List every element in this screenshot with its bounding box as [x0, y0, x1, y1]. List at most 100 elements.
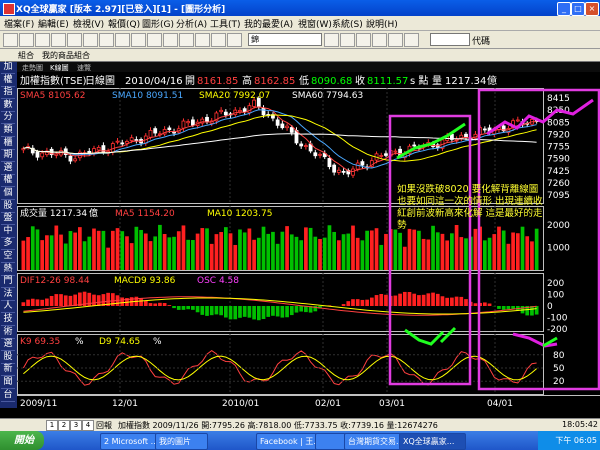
candle-body — [40, 152, 45, 158]
period-label: 日線圖 — [85, 74, 115, 87]
toolbar-button-21[interactable] — [404, 33, 419, 47]
task-xq[interactable]: XQ全球贏家... — [399, 433, 466, 450]
osc-bar — [223, 306, 228, 318]
sidebar-item[interactable]: 法 — [1, 289, 15, 301]
sidebar-item[interactable]: 術 — [1, 327, 15, 339]
toolbar-button-3[interactable] — [35, 33, 50, 47]
sheet-tab-1[interactable]: 1 — [46, 420, 58, 431]
sidebar-item[interactable]: 新 — [1, 364, 15, 377]
volume-bar — [271, 231, 275, 270]
sidebar-item[interactable]: 技 — [1, 314, 15, 326]
toolbar-button-18[interactable] — [356, 33, 371, 47]
candle-body — [327, 158, 332, 168]
high-label: 高 — [242, 74, 252, 87]
toolbar-button-6[interactable] — [83, 33, 98, 47]
sheet-tab-4[interactable]: 4 — [82, 420, 94, 431]
start-button[interactable]: 開始 — [0, 431, 44, 450]
toolbar-button-15[interactable] — [227, 33, 242, 47]
volume-bar — [186, 239, 191, 270]
toolbar-button-13[interactable] — [195, 33, 210, 47]
date-tick: 2010/01 — [222, 399, 259, 408]
toolbar-button-12[interactable] — [179, 33, 194, 47]
toolbar-button-11[interactable] — [163, 33, 178, 47]
sidebar-item[interactable]: 期 — [1, 150, 15, 163]
osc-bar — [412, 293, 417, 306]
toolbar-button-16[interactable] — [324, 33, 339, 47]
sidebar-item[interactable]: 盤 — [1, 213, 15, 226]
tab-group[interactable]: 組合 — [18, 50, 34, 61]
sidebar-item[interactable]: 加 — [1, 62, 15, 74]
sheet-tab-3[interactable]: 3 — [70, 420, 82, 431]
menu-edit[interactable]: 編輯(E) — [38, 17, 69, 30]
menu-help[interactable]: 說明(H) — [366, 17, 398, 30]
sidebar-item[interactable]: 聞 — [1, 377, 15, 389]
sidebar-item[interactable]: 指 — [1, 87, 15, 100]
sheet-tab-2[interactable]: 2 — [58, 420, 70, 431]
sidebar-item[interactable]: 類 — [1, 125, 15, 137]
toolbar-button-20[interactable] — [388, 33, 403, 47]
menu-window[interactable]: 視窗(W) — [298, 17, 332, 30]
toolbar-button-4[interactable] — [51, 33, 66, 47]
toolbar-button-2[interactable] — [19, 33, 34, 47]
candle-body — [148, 130, 153, 138]
task-blank[interactable] — [315, 433, 346, 450]
osc-bar — [341, 304, 346, 306]
minimize-button[interactable]: _ — [557, 2, 571, 16]
task-futures[interactable]: 台灣期貨交易... — [344, 433, 401, 450]
sidebar-item[interactable]: 櫃 — [1, 138, 15, 150]
date-tick: 03/01 — [379, 399, 405, 408]
toolbar-button-10[interactable] — [147, 33, 162, 47]
toolbar-button-17[interactable] — [340, 33, 355, 47]
sidebar-item[interactable]: 中 — [1, 226, 15, 238]
osc-bar — [63, 295, 68, 306]
task-word[interactable]: 2 Microsoft ... — [100, 433, 157, 450]
close-button[interactable]: × — [585, 2, 599, 16]
volume-bar — [445, 240, 450, 270]
sidebar-item[interactable]: 空 — [1, 251, 15, 263]
sidebar-item[interactable]: 門 — [1, 276, 15, 289]
toolbar-button-14[interactable] — [211, 33, 226, 47]
sidebar-item[interactable]: 選 — [1, 163, 15, 175]
sidebar-item[interactable]: 股 — [1, 201, 15, 213]
volume-bar — [110, 230, 115, 270]
osc-bar — [355, 299, 360, 306]
toolbar-button-7[interactable] — [99, 33, 114, 47]
sidebar-item[interactable]: 權 — [1, 175, 15, 188]
sidebar-item[interactable]: 人 — [1, 301, 15, 314]
sidebar-item[interactable]: 多 — [1, 238, 15, 251]
menu-file[interactable]: 檔案(F) — [4, 17, 34, 30]
toolbar-button-19[interactable] — [372, 33, 387, 47]
candle-body — [393, 150, 398, 153]
toolbar-button-1[interactable] — [3, 33, 18, 47]
sidebar-item[interactable]: 個 — [1, 188, 15, 200]
sidebar-item[interactable]: 選 — [1, 339, 15, 352]
sidebar-item[interactable]: 數 — [1, 100, 15, 112]
sidebar-item[interactable]: 權 — [1, 75, 15, 87]
menu-view[interactable]: 檢視(V) — [73, 17, 104, 30]
task-facebook[interactable]: Facebook | 王... — [256, 433, 317, 450]
tab-my-group[interactable]: 我的商品組合 — [42, 50, 90, 61]
menu-favorites[interactable]: 我的最愛(A) — [244, 17, 293, 30]
toolbar-button-5[interactable] — [67, 33, 82, 47]
volume-bar — [256, 237, 261, 270]
menu-quote[interactable]: 報價(Q) — [108, 17, 140, 30]
toolbar-button-9[interactable] — [131, 33, 146, 47]
sidebar-item[interactable]: 分 — [1, 112, 15, 125]
symbol-combo[interactable]: 錦 — [248, 33, 322, 46]
code-input[interactable] — [430, 33, 470, 46]
menu-graph[interactable]: 圖形(G) — [142, 17, 174, 30]
sidebar-item[interactable]: 熱 — [1, 264, 15, 276]
toolbar-button-8[interactable] — [115, 33, 130, 47]
maximize-button[interactable]: □ — [571, 2, 585, 16]
menu-analysis[interactable]: 分析(A) — [176, 17, 207, 30]
report-label[interactable]: 回報 — [96, 420, 112, 431]
menu-tools[interactable]: 工具(T) — [210, 17, 241, 30]
volume-bar — [374, 228, 379, 270]
sidebar-item[interactable]: 台 — [1, 390, 15, 402]
osc-bar — [421, 294, 426, 306]
chart-panel: 走勢圖 K線圖 速覽 加權指數(TSE) 日線圖 2010/04/16 開 8161.85 高 8… — [17, 62, 600, 409]
menu-system[interactable]: 系統(S) — [332, 17, 363, 30]
sidebar-item[interactable]: 股 — [1, 352, 15, 364]
task-pictures[interactable]: 我的圖片 — [155, 433, 208, 450]
volume-bar — [346, 233, 351, 270]
